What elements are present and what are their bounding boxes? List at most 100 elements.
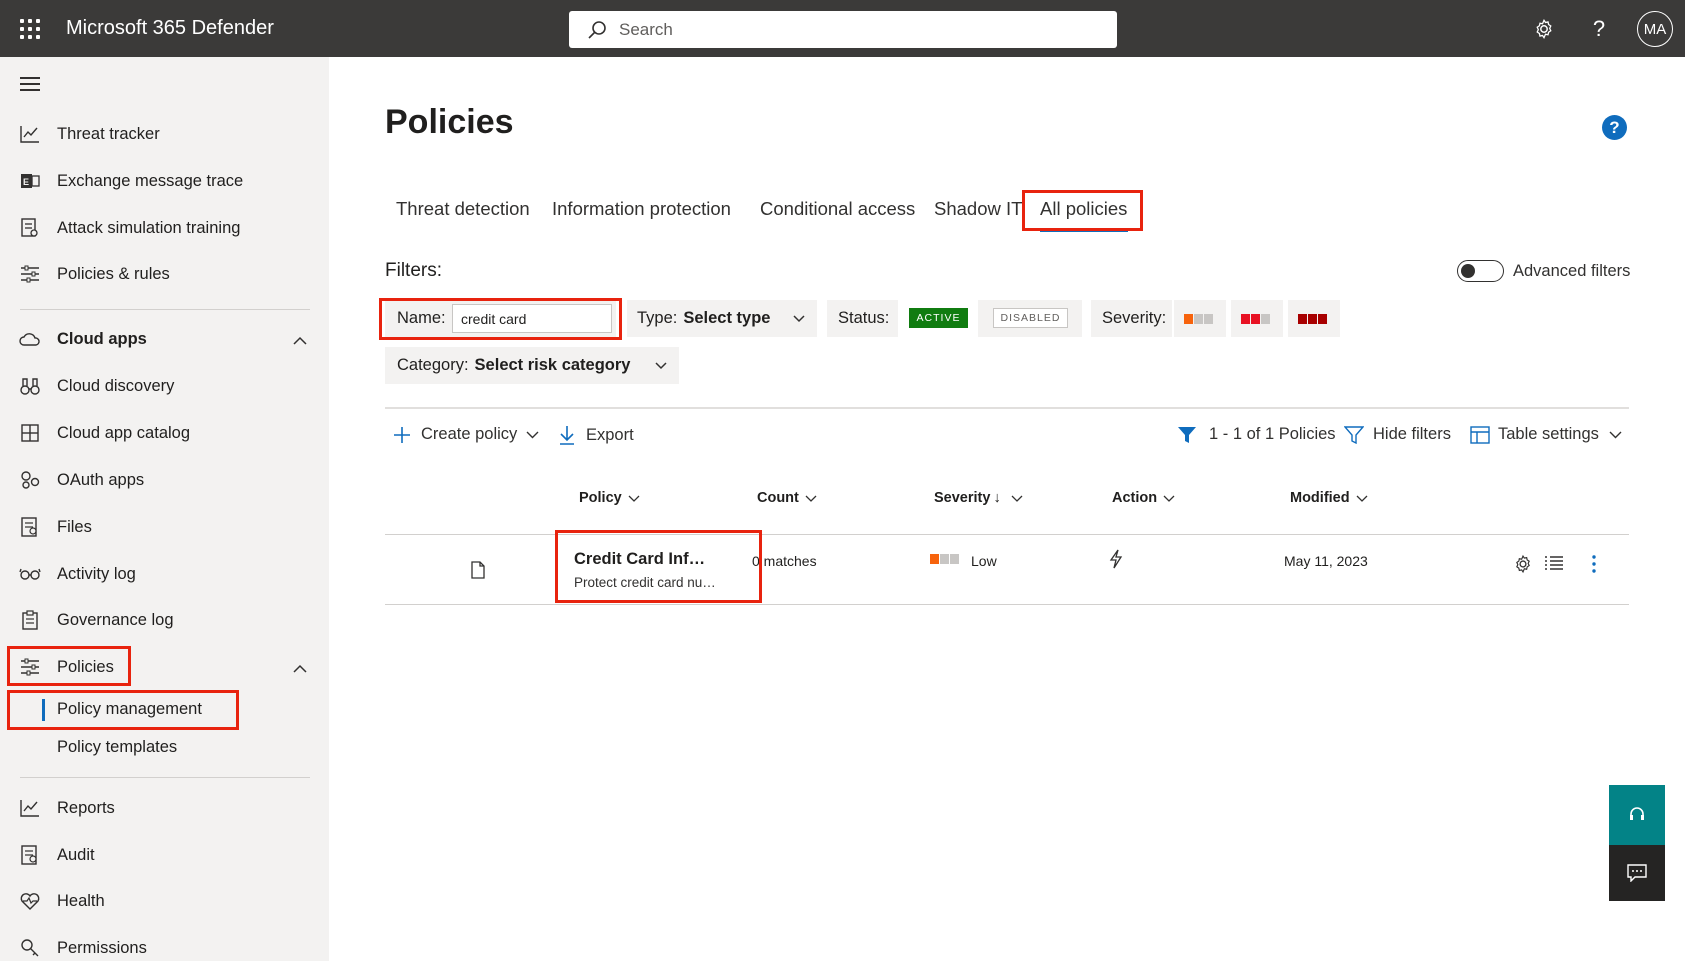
sidebar-item-governance-log[interactable]: Governance log [0,600,329,640]
sidebar-item-health[interactable]: Health [0,881,329,921]
sidebar-item-policies-rules[interactable]: Policies & rules [0,254,329,294]
filter-icon [1344,425,1364,444]
table-settings-icon [1470,425,1490,444]
chevron-down-icon [1609,431,1622,438]
severity-bar-1 [930,554,939,564]
sidebar-item-audit[interactable]: Audit [0,835,329,875]
category-filter-value: Select risk category [474,356,631,374]
tab-shadow-it[interactable]: Shadow IT [934,198,1022,220]
app-title[interactable]: Microsoft 365 Defender [66,17,274,40]
binoculars-icon [19,375,41,397]
severity-filter: Severity: [1091,300,1172,337]
grid-icon [19,422,41,444]
filters-label: Filters: [385,260,442,281]
key-icon [19,937,41,959]
sidebar-item-label: Activity log [57,564,136,583]
sidebar-item-label: Files [57,517,92,536]
policy-modified: May 11, 2023 [1284,553,1368,569]
chevron-down-icon [1356,495,1368,502]
sort-descending-icon: ↓ [993,490,1001,506]
sidebar-item-label: Exchange message trace [57,171,244,190]
tab-conditional-access[interactable]: Conditional access [760,198,915,220]
tab-information-protection[interactable]: Information protection [552,198,731,220]
chevron-down-icon [1163,495,1175,502]
sidebar-item-label: Audit [57,845,95,864]
table-row-divider [385,604,1629,605]
chevron-down-icon [655,362,667,370]
plus-icon [394,426,410,443]
sidebar-section-label: Cloud apps [57,329,147,348]
table-settings-label: Table settings [1498,425,1599,443]
search-box[interactable]: Search [569,11,1117,48]
type-filter-dropdown[interactable]: Type: Select type [627,300,817,337]
highlight-box-policies-section [7,646,131,686]
hide-filters-button[interactable]: Hide filters [1344,425,1451,444]
chart-line-icon [19,123,41,145]
chevron-up-icon[interactable] [293,331,307,350]
export-button[interactable]: Export [559,425,634,445]
sidebar-item-permissions[interactable]: Permissions [0,928,329,961]
oauth-icon [19,469,41,491]
floating-help-button[interactable] [1609,785,1665,845]
download-icon [560,426,574,445]
severity-bar-2 [940,554,949,564]
sidebar-item-cloud-app-catalog[interactable]: Cloud app catalog [0,413,329,453]
more-options-icon[interactable] [1591,554,1597,574]
glasses-icon [19,563,41,585]
status-disabled-chip[interactable]: DISABLED [993,308,1068,328]
svg-text:E: E [23,177,29,187]
column-header-modified[interactable]: Modified [1290,490,1368,506]
cloud-icon [19,328,41,350]
status-active-chip[interactable]: ACTIVE [909,308,968,328]
severity-low-chip[interactable] [1174,300,1226,337]
sliders-icon [19,263,41,285]
sidebar-item-cloud-discovery[interactable]: Cloud discovery [0,366,329,406]
filters-divider [385,407,1629,409]
sidebar-item-reports[interactable]: Reports [0,788,329,828]
chat-icon [1627,864,1647,882]
sidebar-section-cloud-apps[interactable]: Cloud apps [0,319,329,359]
type-filter-value: Select type [683,309,771,327]
results-count-label: 1 - 1 of 1 Policies [1209,425,1336,443]
severity-medium-chip[interactable] [1231,300,1283,337]
chevron-up-icon[interactable] [293,659,307,678]
category-filter-label: Category: [397,356,469,374]
sidebar-item-label: Health [57,891,105,910]
sidebar-item-files[interactable]: Files [0,507,329,547]
app-launcher-icon[interactable] [20,19,40,39]
gear-icon[interactable] [1531,16,1557,42]
headset-icon [1630,807,1644,820]
tab-threat-detection[interactable]: Threat detection [396,198,530,220]
table-settings-button[interactable]: Table settings [1470,425,1622,444]
hamburger-menu-icon[interactable] [20,77,40,95]
sidebar-item-label: Reports [57,798,115,817]
sidebar-item-threat-tracker[interactable]: Threat tracker [0,114,329,154]
floating-chat-button[interactable] [1609,845,1665,901]
search-input[interactable]: Search [619,20,673,40]
column-header-action[interactable]: Action [1112,490,1175,506]
help-circle-icon[interactable]: ? [1602,115,1627,140]
sidebar-item-policy-templates[interactable]: Policy templates [57,738,177,757]
avatar[interactable]: MA [1637,11,1673,47]
column-header-severity[interactable]: Severity ↓ [934,490,1023,506]
advanced-filters-toggle[interactable] [1457,260,1504,282]
help-icon[interactable]: ? [1586,16,1612,42]
severity-high-chip[interactable] [1288,300,1340,337]
column-header-count[interactable]: Count [757,490,817,506]
status-filter-label: Status: [838,309,890,327]
category-filter-dropdown[interactable]: Category: Select risk category [385,347,679,384]
create-policy-button[interactable]: Create policy [393,425,539,444]
sidebar-item-label: Governance log [57,610,174,629]
sidebar-item-label: Cloud app catalog [57,423,191,442]
list-icon[interactable] [1544,556,1564,570]
sidebar-item-attack-simulation-training[interactable]: Attack simulation training [0,208,329,248]
results-count: 1 - 1 of 1 Policies [1177,425,1336,444]
sidebar-item-exchange-message-trace[interactable]: E Exchange message trace [0,161,329,201]
highlight-box-policy-management [7,690,239,730]
row-settings-gear-icon[interactable] [1513,554,1533,574]
search-icon [588,20,606,39]
sidebar-item-activity-log[interactable]: Activity log [0,554,329,594]
hide-filters-label: Hide filters [1373,425,1451,443]
sidebar-item-oauth-apps[interactable]: OAuth apps [0,460,329,500]
column-header-policy[interactable]: Policy [579,490,640,506]
